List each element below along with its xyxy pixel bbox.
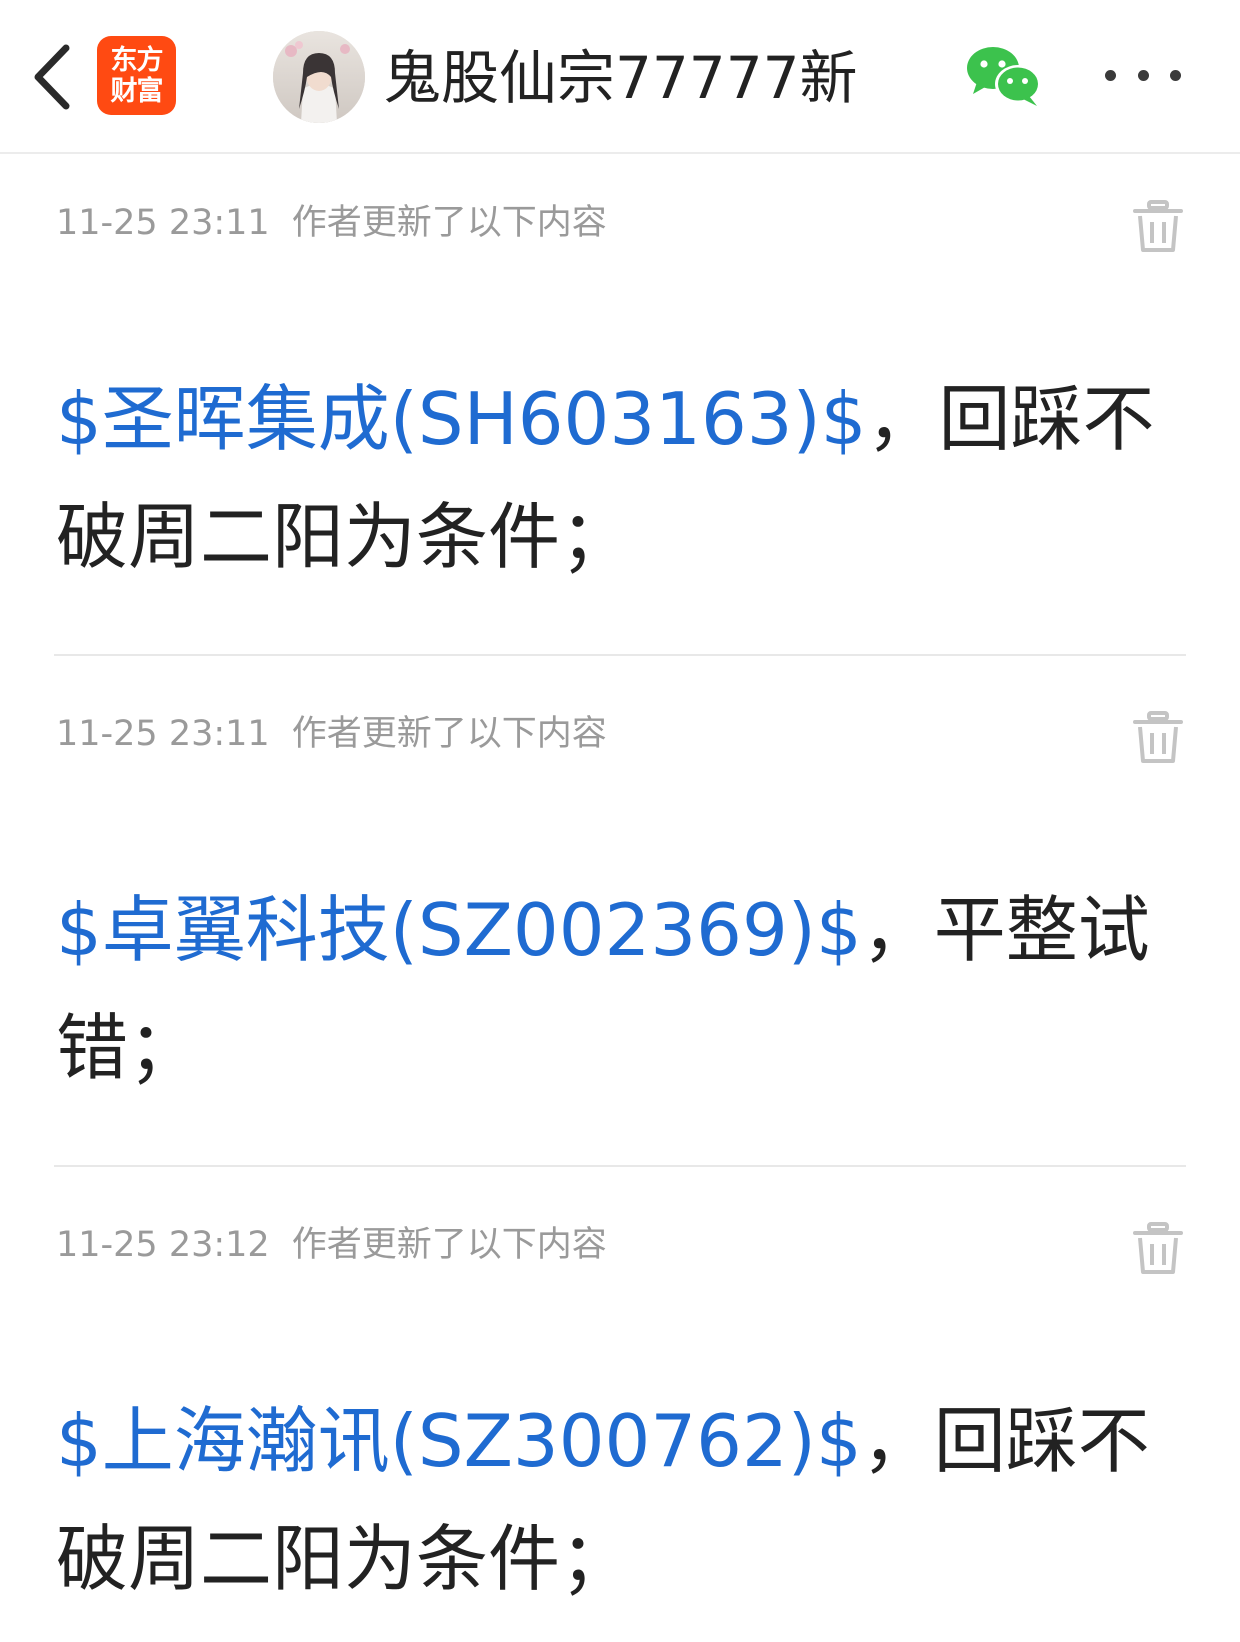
- back-button[interactable]: [22, 34, 82, 120]
- update-label: 作者更新了以下内容: [291, 714, 607, 754]
- update-time: 11-25 23:11: [56, 203, 270, 243]
- stock-link[interactable]: $圣晖集成(SH603163)$: [56, 377, 867, 461]
- update-meta: 11-25 23:11 作者更新了以下内容: [56, 709, 607, 759]
- delete-button[interactable]: [1133, 1222, 1183, 1276]
- author-name: 鬼股仙宗77777新: [383, 44, 858, 112]
- chevron-left-icon: [34, 44, 70, 110]
- more-dots-icon: [1137, 69, 1149, 81]
- trash-icon: [1133, 711, 1183, 763]
- more-dots-icon: [1105, 69, 1116, 81]
- delete-button[interactable]: [1133, 711, 1183, 765]
- update-time: 11-25 23:11: [56, 714, 270, 754]
- avatar[interactable]: [273, 31, 365, 123]
- avatar-image: [273, 31, 365, 123]
- update-label: 作者更新了以下内容: [291, 1225, 607, 1265]
- logo-text-line2: 财富: [110, 75, 164, 107]
- divider: [54, 654, 1186, 656]
- logo-text-line1: 东方: [110, 44, 164, 76]
- wechat-icon: [967, 47, 1041, 106]
- app-logo: 东方 财富: [97, 36, 176, 115]
- top-bar: 东方 财富 鬼股仙宗77777新: [0, 0, 1240, 154]
- more-dots-icon: [1170, 69, 1181, 81]
- trash-icon: [1133, 200, 1183, 252]
- stock-link[interactable]: $卓翼科技(SZ002369)$: [56, 888, 862, 972]
- more-button[interactable]: [1105, 50, 1181, 100]
- update-label: 作者更新了以下内容: [291, 203, 607, 243]
- update-time: 11-25 23:12: [56, 1225, 270, 1265]
- trash-icon: [1133, 1222, 1183, 1274]
- update-content: $卓翼科技(SZ002369)$，平整试错；: [56, 871, 1196, 1107]
- update-content: $上海瀚讯(SZ300762)$，回踩不破周二阳为条件；: [56, 1382, 1196, 1618]
- divider: [54, 1165, 1186, 1167]
- delete-button[interactable]: [1133, 200, 1183, 254]
- update-content: $圣晖集成(SH603163)$，回踩不破周二阳为条件；: [56, 360, 1196, 596]
- update-meta: 11-25 23:11 作者更新了以下内容: [56, 198, 607, 248]
- stock-link[interactable]: $上海瀚讯(SZ300762)$: [56, 1399, 862, 1483]
- wechat-share-button[interactable]: [965, 44, 1045, 108]
- update-meta: 11-25 23:12 作者更新了以下内容: [56, 1220, 607, 1270]
